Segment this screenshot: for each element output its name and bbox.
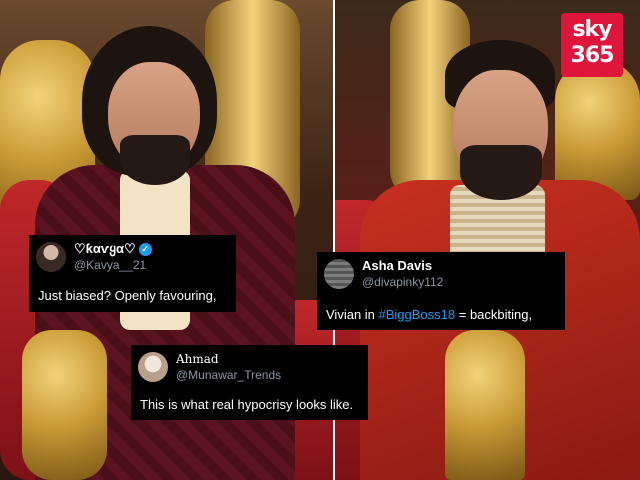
tweet-text: This is what real hypocrisy looks like. [140, 397, 354, 412]
tweet-author-name: ♡ƙαѵყα♡ ✓ [74, 241, 152, 257]
tweet-card-ahmad: Ahmad @Munawar_Trends This is what real … [131, 345, 368, 420]
tweet-text: Vivian in #BiggBoss18 = backbiting, [326, 307, 532, 322]
tweet-text: Just biased? Openly favouring, [38, 288, 217, 303]
tweet-text-after: = backbiting, [455, 307, 533, 322]
tweet-author-handle: @Munawar_Trends [176, 368, 282, 382]
verified-badge-icon: ✓ [138, 243, 152, 256]
tweet-card-asha-davis: Asha Davis @divapinky112 Vivian in #Bigg… [317, 252, 565, 330]
avatar [324, 259, 354, 289]
logo-text-365: 365 [570, 43, 615, 68]
tweet-author-name-text: ♡ƙαѵყα♡ [74, 241, 136, 256]
tweet-author-handle: @Kavya__21 [74, 258, 147, 272]
tweet-text-before: Vivian in [326, 307, 379, 322]
beard-left [120, 135, 190, 185]
hashtag-link[interactable]: #BiggBoss18 [379, 307, 456, 322]
avatar [138, 352, 168, 382]
sky365-logo: sky 365 [561, 13, 623, 77]
tweet-author-name: Ahmad [176, 352, 219, 366]
tweet-author-name: Asha Davis [362, 258, 433, 273]
avatar [36, 242, 66, 272]
tweet-author-handle: @divapinky112 [362, 275, 444, 289]
logo-text-sky: sky [572, 17, 612, 42]
tweet-card-kavya: ♡ƙαѵყα♡ ✓ @Kavya__21 Just biased? Openly … [29, 235, 236, 312]
golden-armrest-right [445, 330, 525, 480]
beard-right [460, 145, 542, 200]
golden-armrest-left [22, 330, 107, 480]
